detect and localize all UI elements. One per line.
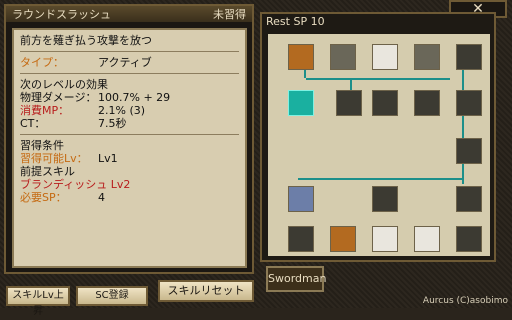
skill-detail-panel: ラウンドスラッシュ 未習得 前方を薙ぎ払う攻撃を放つ タイプ： アクティブ 次の… — [4, 4, 254, 274]
skill-slot[interactable] — [456, 186, 482, 212]
skill-slot[interactable] — [336, 90, 362, 116]
skill-slot[interactable] — [414, 44, 440, 70]
learn-conditions-title: 習得条件 — [20, 139, 64, 152]
learn-level-row: 習得可能Lv： Lv1 — [20, 152, 239, 165]
cooldown-row: CT： 7.5秒 — [20, 117, 239, 130]
skill-slot[interactable] — [372, 90, 398, 116]
prerequisite-title: 前提スキル — [20, 165, 75, 178]
need-sp-value: 4 — [98, 191, 105, 204]
skill-slot[interactable] — [288, 226, 314, 252]
skill-slot[interactable] — [330, 226, 356, 252]
skill-slot[interactable] — [456, 226, 482, 252]
skill-slot[interactable] — [288, 44, 314, 70]
tree-connector — [462, 164, 464, 184]
skill-slot[interactable] — [372, 186, 398, 212]
skill-slot[interactable] — [414, 226, 440, 252]
skill-type-label: タイプ： — [20, 56, 64, 69]
skill-slot[interactable] — [372, 226, 398, 252]
learn-level-label: 習得可能Lv： — [20, 152, 88, 165]
shortcut-register-button[interactable]: SC登録 — [76, 286, 148, 306]
class-tab-swordman[interactable]: Swordman — [266, 266, 326, 292]
skill-type-row: タイプ： アクティブ — [20, 56, 239, 69]
divider — [20, 73, 239, 74]
divider — [20, 134, 239, 135]
skill-tree-grid — [268, 34, 490, 256]
skill-slot[interactable] — [330, 44, 356, 70]
physical-damage-row: 物理ダメージ： 100.7% + 29 — [20, 91, 239, 104]
mp-cost-value: 2.1% (3) — [98, 104, 146, 117]
skill-description: 前方を薙ぎ払う攻撃を放つ — [20, 34, 152, 47]
skill-slot[interactable] — [372, 44, 398, 70]
physical-damage-label: 物理ダメージ： — [20, 91, 97, 104]
next-level-title: 次のレベルの効果 — [20, 78, 108, 91]
skill-slot[interactable] — [414, 90, 440, 116]
tree-connector — [306, 78, 450, 80]
learn-level-value: Lv1 — [98, 152, 118, 165]
skill-status: 未習得 — [213, 8, 246, 21]
skill-description-box: 前方を薙ぎ払う攻撃を放つ タイプ： アクティブ 次のレベルの効果 物理ダメージ：… — [12, 28, 247, 268]
skill-reset-button[interactable]: スキルリセット — [158, 280, 254, 302]
mp-cost-row: 消費MP： 2.1% (3) — [20, 104, 239, 117]
tree-connector — [350, 78, 352, 90]
cooldown-label: CT： — [20, 117, 46, 130]
skill-tree-panel: Rest SP 10 — [260, 12, 496, 262]
rest-sp: Rest SP 10 — [266, 15, 325, 28]
skill-slot[interactable] — [288, 186, 314, 212]
skill-name: ラウンドスラッシュ — [12, 8, 111, 21]
cooldown-value: 7.5秒 — [98, 117, 127, 130]
divider — [20, 51, 239, 52]
prerequisite-value: ブランディッシュ Lv2 — [20, 178, 131, 191]
skill-slot[interactable] — [456, 90, 482, 116]
skill-slot[interactable] — [456, 138, 482, 164]
skill-slot[interactable] — [456, 44, 482, 70]
need-sp-label: 必要SP： — [20, 191, 67, 204]
skill-type-value: アクティブ — [98, 56, 152, 69]
physical-damage-value: 100.7% + 29 — [98, 91, 171, 104]
need-sp-row: 必要SP： 4 — [20, 191, 239, 204]
skill-slot-selected[interactable] — [288, 90, 314, 116]
copyright: Aurcus (C)asobimo — [422, 296, 508, 306]
tree-connector — [298, 178, 462, 180]
mp-cost-label: 消費MP： — [20, 104, 70, 117]
skill-detail-header: ラウンドスラッシュ 未習得 — [6, 6, 252, 22]
skill-level-up-button[interactable]: スキルLv上昇 — [6, 286, 70, 317]
